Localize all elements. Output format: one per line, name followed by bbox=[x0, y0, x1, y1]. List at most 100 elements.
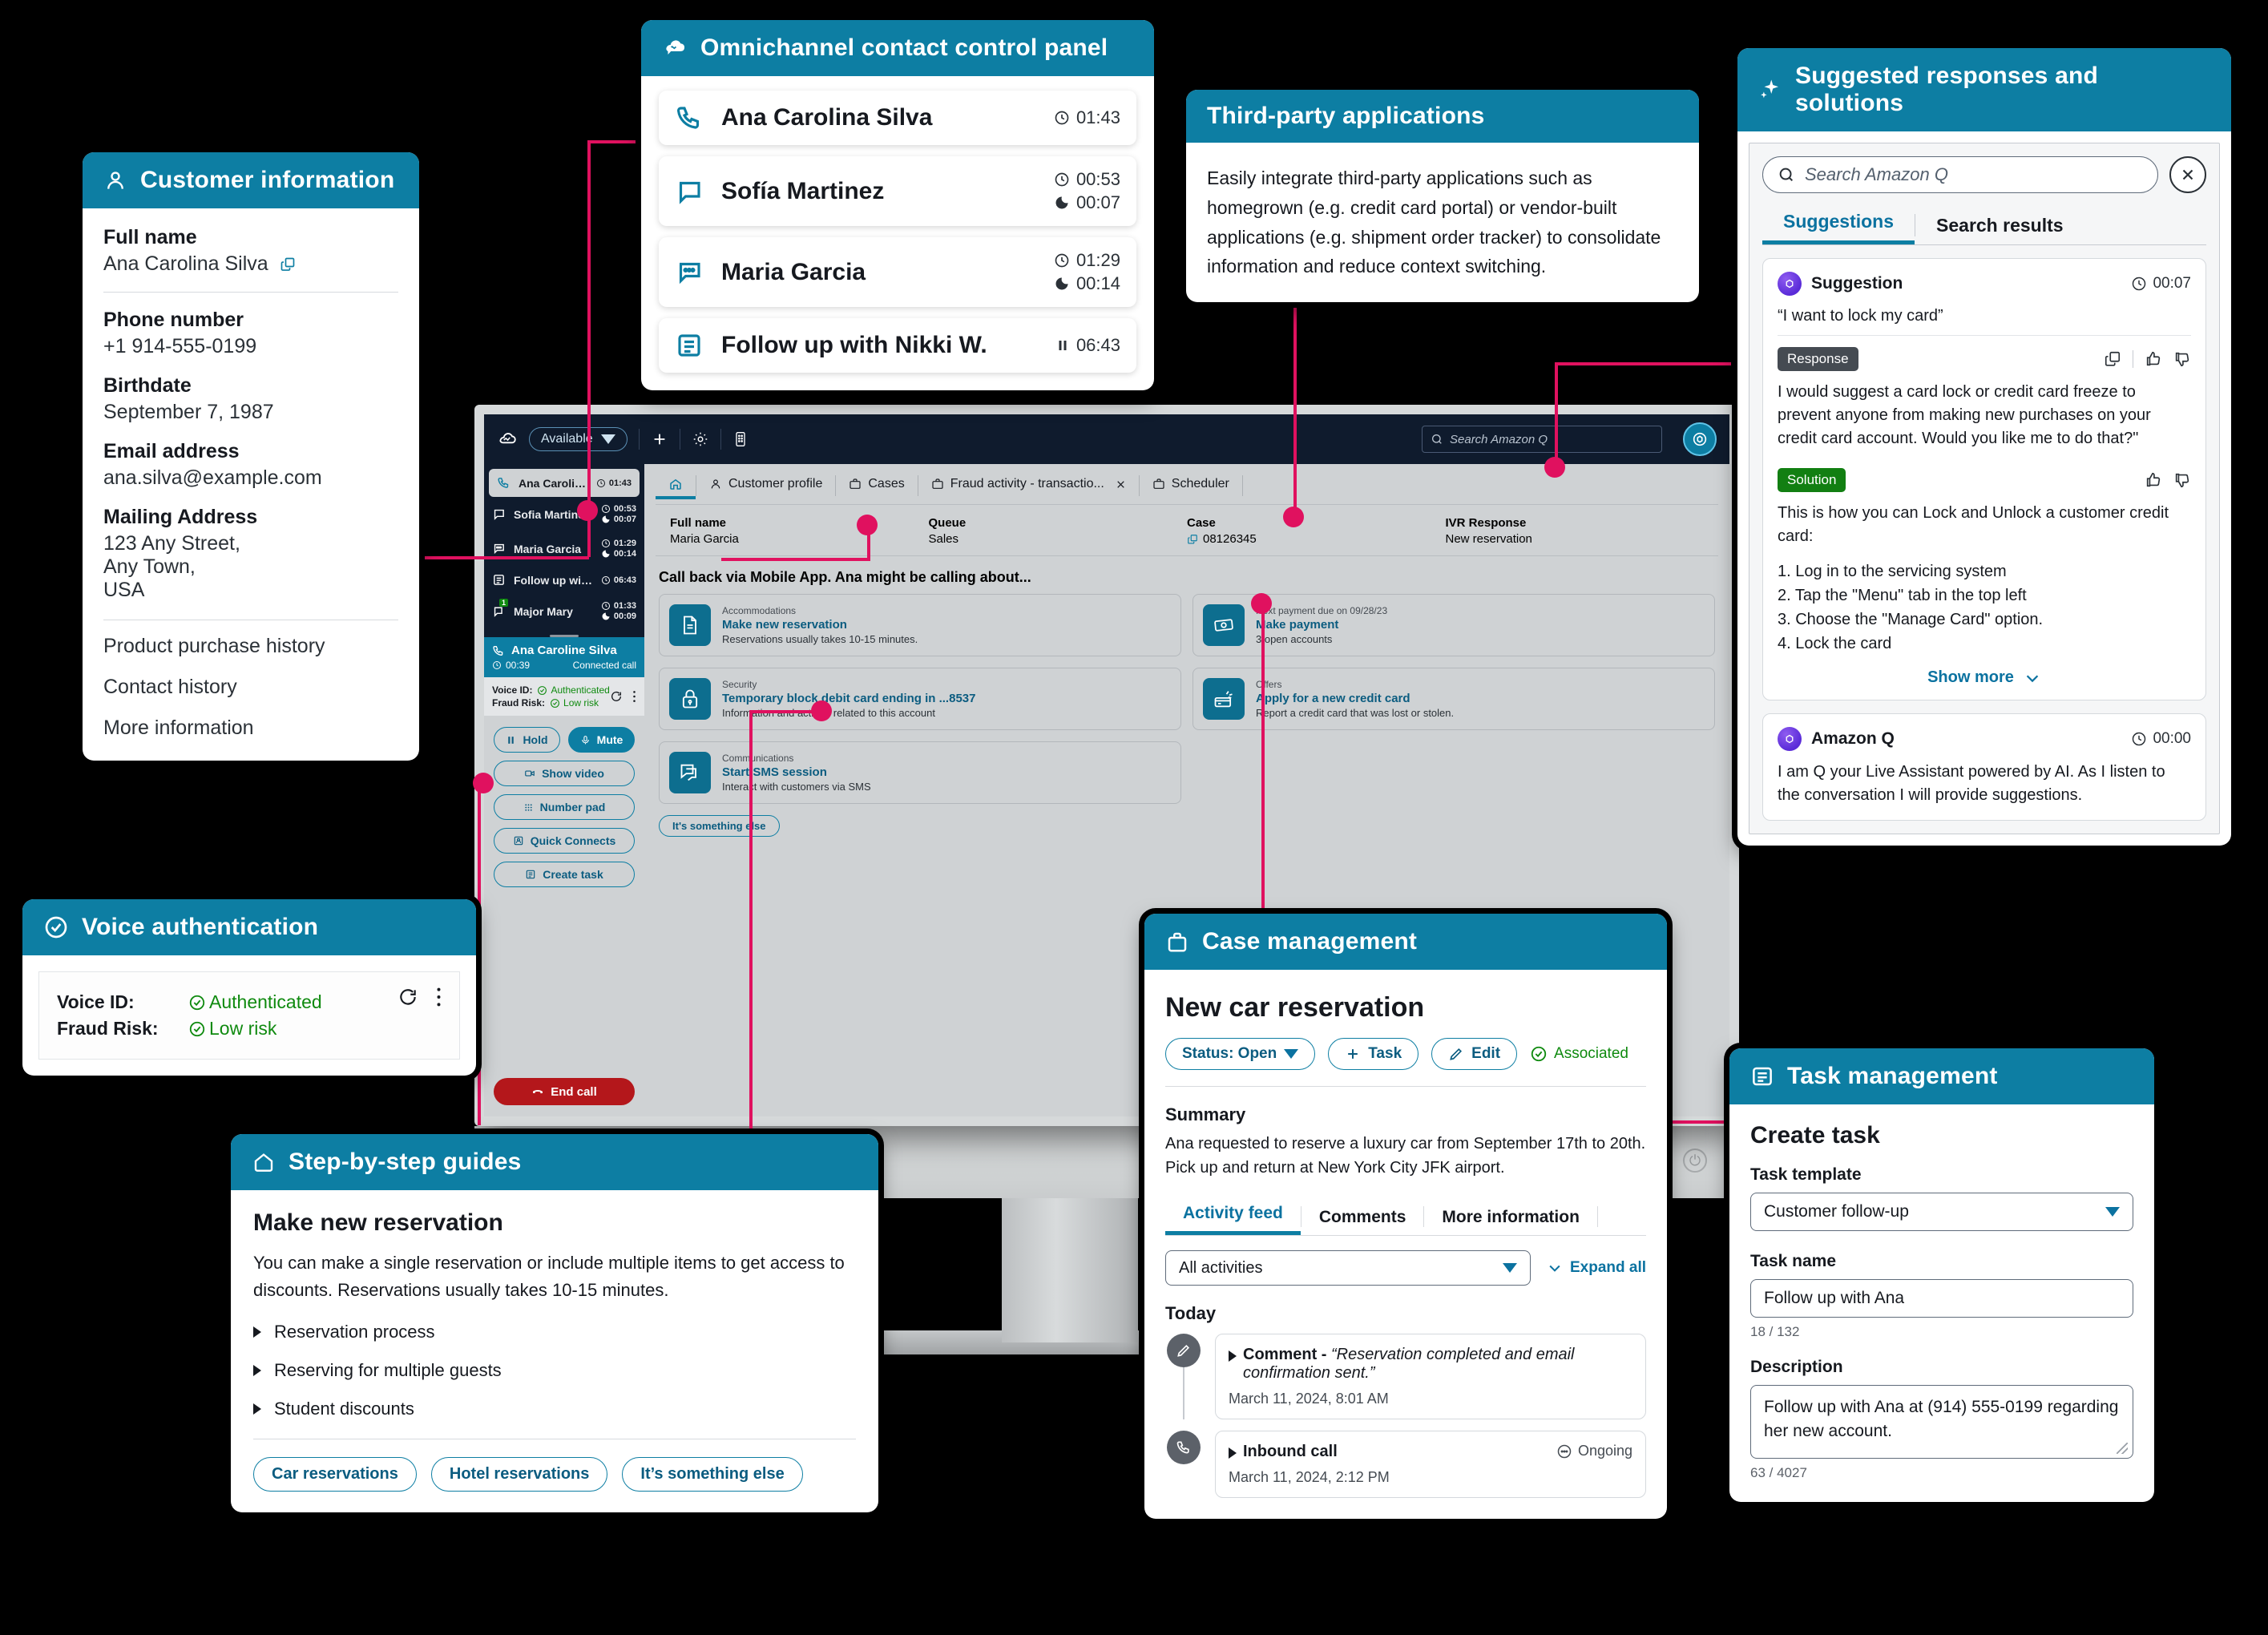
guides-description: You can make a single reservation or inc… bbox=[253, 1253, 845, 1301]
tile-title[interactable]: Make new reservation bbox=[722, 618, 918, 632]
description-textarea[interactable]: Follow up with Ana at (914) 555-0199 reg… bbox=[1750, 1385, 2133, 1459]
car-reservations-button[interactable]: Car reservations bbox=[253, 1457, 417, 1492]
tile-block-debit-card[interactable]: Security Temporary block debit card endi… bbox=[659, 668, 1181, 730]
contact-time: 00:53 bbox=[1075, 169, 1120, 189]
thumbs-down-icon[interactable] bbox=[2173, 471, 2191, 489]
ccp-contact-row[interactable]: Maria Garcia 01:29 00:14 bbox=[484, 531, 644, 566]
tile-sub: Interact with customers via SMS bbox=[722, 781, 871, 793]
guide-item[interactable]: Reserving for multiple guests bbox=[253, 1360, 856, 1381]
summary-text: Ana requested to reserve a luxury car fr… bbox=[1165, 1135, 1646, 1177]
tab-suggestions[interactable]: Suggestions bbox=[1762, 204, 1915, 244]
quick-connects-label: Quick Connects bbox=[530, 834, 616, 847]
refresh-icon[interactable] bbox=[398, 987, 418, 1007]
tile-title[interactable]: Temporary block debit card ending in ...… bbox=[722, 692, 975, 705]
phone-keypad-icon[interactable] bbox=[732, 430, 749, 448]
task-template-select[interactable]: Customer follow-up bbox=[1750, 1193, 2133, 1231]
list-item[interactable]: Maria Garcia 01:29 00:14 bbox=[659, 237, 1136, 307]
create-task-button[interactable]: Create task bbox=[494, 862, 635, 887]
phone-icon bbox=[675, 103, 704, 132]
thumbs-up-icon[interactable] bbox=[2145, 471, 2162, 489]
list-item[interactable]: Sofía Martinez 00:53 00:07 bbox=[659, 156, 1136, 226]
copy-icon[interactable] bbox=[1187, 534, 1198, 545]
its-something-else-button[interactable]: It's something else bbox=[659, 815, 780, 837]
link-product-purchase-history[interactable]: Product purchase history bbox=[103, 635, 398, 658]
tab-search-results[interactable]: Search results bbox=[1915, 208, 2084, 244]
link-contact-history[interactable]: Contact history bbox=[103, 676, 398, 699]
ccp-contact-row[interactable]: Follow up with Nikki W. 06:43 bbox=[484, 566, 644, 594]
gear-icon[interactable] bbox=[692, 430, 709, 448]
money-icon bbox=[1203, 604, 1245, 646]
tab-customer-profile[interactable]: Customer profile bbox=[696, 472, 835, 499]
mute-button[interactable]: Mute bbox=[568, 727, 635, 753]
tile-start-sms-session[interactable]: Communications Start SMS session Interac… bbox=[659, 741, 1181, 804]
link-more-information[interactable]: More information bbox=[103, 717, 398, 740]
activities-filter-select[interactable]: All activities bbox=[1165, 1250, 1531, 1286]
third-party-text: Easily integrate third-party application… bbox=[1207, 168, 1661, 277]
quick-connects-button[interactable]: Quick Connects bbox=[494, 828, 635, 854]
plus-icon[interactable] bbox=[651, 430, 668, 448]
show-video-button[interactable]: Show video bbox=[494, 761, 635, 786]
solution-badge: Solution bbox=[1778, 468, 1846, 492]
copy-icon[interactable] bbox=[280, 256, 296, 272]
tile-make-new-reservation[interactable]: Accommodations Make new reservation Rese… bbox=[659, 594, 1181, 656]
hotel-reservations-button[interactable]: Hotel reservations bbox=[430, 1457, 608, 1492]
fraud-risk-value: Low risk bbox=[563, 697, 599, 708]
amazon-q-icon[interactable] bbox=[1683, 422, 1717, 456]
tab-comments[interactable]: Comments bbox=[1301, 1201, 1424, 1235]
tile-apply-credit-card[interactable]: Offers Apply for a new credit card Repor… bbox=[1193, 668, 1715, 730]
meta-value: Maria Garcia bbox=[670, 532, 739, 546]
search-input[interactable]: Search Amazon Q bbox=[1762, 156, 2158, 193]
guide-item[interactable]: Student discounts bbox=[253, 1399, 856, 1419]
thumbs-up-icon[interactable] bbox=[2145, 350, 2162, 368]
tile-sub: 3 open accounts bbox=[1256, 633, 1333, 645]
expand-all-button[interactable]: Expand all bbox=[1547, 1259, 1646, 1277]
contact-times: 06:43 bbox=[1055, 335, 1120, 356]
more-vertical-icon[interactable] bbox=[436, 987, 442, 1007]
caret-right-icon[interactable] bbox=[1229, 1447, 1237, 1459]
power-icon[interactable]: ⏻ bbox=[1683, 1149, 1707, 1173]
omnichannel-contact-list: Ana Carolina Silva 01:43 Sofía Martinez … bbox=[641, 76, 1154, 390]
task-name-label: Task name bbox=[1750, 1252, 1836, 1270]
tile-title[interactable]: Apply for a new credit card bbox=[1256, 692, 1454, 705]
tile-title[interactable]: Start SMS session bbox=[722, 765, 871, 779]
ccp-contact-row[interactable]: Sofia Martinez 00:53 00:07 bbox=[484, 497, 644, 531]
guide-item[interactable]: Reservation process bbox=[253, 1322, 856, 1342]
customer-information-card: Customer information Full name Ana Carol… bbox=[83, 152, 419, 761]
ccp-contact-row[interactable]: Ana Caroline Silva 01:43 bbox=[489, 469, 640, 497]
tab-cases[interactable]: Cases bbox=[836, 472, 917, 499]
list-item[interactable]: Ana Carolina Silva 01:43 bbox=[659, 91, 1136, 145]
refresh-icon[interactable] bbox=[610, 690, 623, 703]
task-name-input[interactable]: Follow up with Ana bbox=[1750, 1279, 2133, 1318]
ccp-contact-row[interactable]: 1 Major Mary 01:33 00:09 bbox=[484, 594, 644, 628]
something-else-button[interactable]: It’s something else bbox=[622, 1457, 803, 1492]
tab-activity-feed[interactable]: Activity feed bbox=[1165, 1197, 1301, 1235]
tile-title[interactable]: Make payment bbox=[1256, 618, 1387, 632]
list-item[interactable]: Follow up with Nikki W. 06:43 bbox=[659, 318, 1136, 373]
number-pad-button[interactable]: Number pad bbox=[494, 794, 635, 820]
tab-home[interactable] bbox=[656, 472, 696, 499]
end-call-button[interactable]: End call bbox=[494, 1078, 635, 1105]
voice-authentication-card: Voice authentication Voice ID: Authentic… bbox=[22, 899, 476, 1076]
copy-icon[interactable] bbox=[2104, 350, 2121, 368]
ccp-contact-times: 01:33 00:09 bbox=[601, 601, 636, 621]
availability-label: Available bbox=[541, 432, 593, 446]
search-input[interactable]: Search Amazon Q bbox=[1422, 426, 1662, 453]
tab-fraud-activity[interactable]: Fraud activity - transactio... bbox=[918, 472, 1139, 499]
availability-selector[interactable]: Available bbox=[529, 427, 628, 451]
hold-button[interactable]: Hold bbox=[494, 727, 560, 753]
thumbs-down-icon[interactable] bbox=[2173, 350, 2191, 368]
status-dropdown[interactable]: Status: Open bbox=[1165, 1038, 1316, 1070]
tab-label: Cases bbox=[868, 477, 905, 490]
phone-icon bbox=[1167, 1431, 1201, 1464]
close-icon[interactable] bbox=[1116, 479, 1126, 490]
wire-ocp-vertical bbox=[587, 140, 591, 557]
tab-more-information[interactable]: More information bbox=[1424, 1201, 1597, 1235]
more-vertical-icon[interactable] bbox=[632, 690, 636, 703]
edit-button[interactable]: Edit bbox=[1431, 1038, 1518, 1070]
caret-right-icon[interactable] bbox=[1229, 1350, 1237, 1362]
tab-scheduler[interactable]: Scheduler bbox=[1140, 472, 1242, 499]
close-icon[interactable] bbox=[2169, 156, 2206, 193]
meta-value: Sales bbox=[928, 532, 959, 546]
add-task-button[interactable]: Task bbox=[1328, 1038, 1419, 1070]
show-more-button[interactable]: Show more bbox=[1778, 668, 2191, 687]
